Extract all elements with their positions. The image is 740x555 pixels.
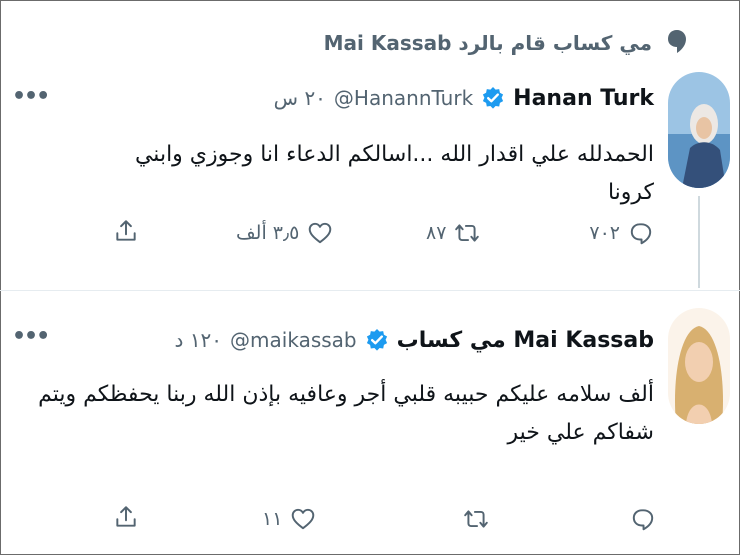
tweet-2-retweet-button[interactable] bbox=[463, 506, 489, 532]
tweet-2-text: ألف سلامه عليكم حبيبه قلبي أجر وعافيه بإ… bbox=[38, 382, 654, 445]
tweet-2-author-name[interactable]: مي كساب Mai Kassab bbox=[397, 328, 654, 353]
retweet-icon bbox=[464, 510, 488, 528]
tweet-1-share-button[interactable] bbox=[113, 218, 139, 244]
heart-icon bbox=[292, 508, 315, 530]
verified-badge-icon bbox=[366, 329, 387, 351]
tweet-1-retweet-button[interactable]: ٨٧ bbox=[426, 220, 480, 246]
tweet-1-like-button[interactable]: ٣٫٥ ألف bbox=[236, 220, 333, 246]
reply-icon bbox=[632, 509, 654, 531]
tweet-1-handle[interactable]: @HanannTurk bbox=[334, 86, 473, 110]
retweet-icon bbox=[455, 224, 480, 242]
reply-icon bbox=[630, 223, 652, 245]
tweet-1-author-name[interactable]: Hanan Turk bbox=[513, 86, 654, 111]
share-icon bbox=[116, 220, 136, 241]
avatar-hanan-turk[interactable] bbox=[668, 72, 730, 188]
retweet-count: ٨٧ bbox=[426, 222, 447, 244]
like-count: ٣٫٥ ألف bbox=[236, 222, 300, 244]
tweet-1-text: الحمدلله علي اقدار الله ...اسالكم الدعاء… bbox=[134, 142, 654, 205]
tweet-2-like-button[interactable]: ١١ bbox=[262, 506, 316, 532]
like-count: ١١ bbox=[262, 508, 283, 530]
heart-icon bbox=[309, 222, 332, 244]
tweet-2-reply-button[interactable] bbox=[630, 506, 656, 532]
reply-context[interactable]: Mai Kassab مي كساب قام بالرد bbox=[324, 30, 652, 56]
tweet-1-header: ٢٠ س @HanannTurk Hanan Turk bbox=[274, 80, 654, 116]
tweet-2-header: ١٢٠ د @maikassab مي كساب Mai Kassab bbox=[175, 322, 654, 358]
speech-bubble-icon bbox=[668, 30, 686, 53]
tweet-2-handle[interactable]: @maikassab bbox=[230, 328, 357, 352]
thread-connector bbox=[698, 196, 700, 288]
tweet-divider bbox=[0, 290, 740, 291]
verified-badge-icon bbox=[483, 87, 504, 109]
reply-count: ٧٠٢ bbox=[589, 222, 620, 244]
tweet-2-time[interactable]: ١٢٠ د bbox=[175, 328, 223, 352]
more-icon[interactable]: ••• bbox=[12, 84, 50, 109]
share-icon bbox=[116, 506, 136, 527]
more-icon[interactable]: ••• bbox=[12, 324, 50, 349]
tweet-2-share-button[interactable] bbox=[113, 504, 139, 530]
tweet-1-time[interactable]: ٢٠ س bbox=[274, 86, 326, 110]
tweet-1-reply-button[interactable]: ٧٠٢ bbox=[589, 220, 654, 246]
reply-context-text: Mai Kassab مي كساب قام بالرد bbox=[323, 31, 652, 55]
avatar-mai-kassab[interactable] bbox=[668, 308, 730, 424]
